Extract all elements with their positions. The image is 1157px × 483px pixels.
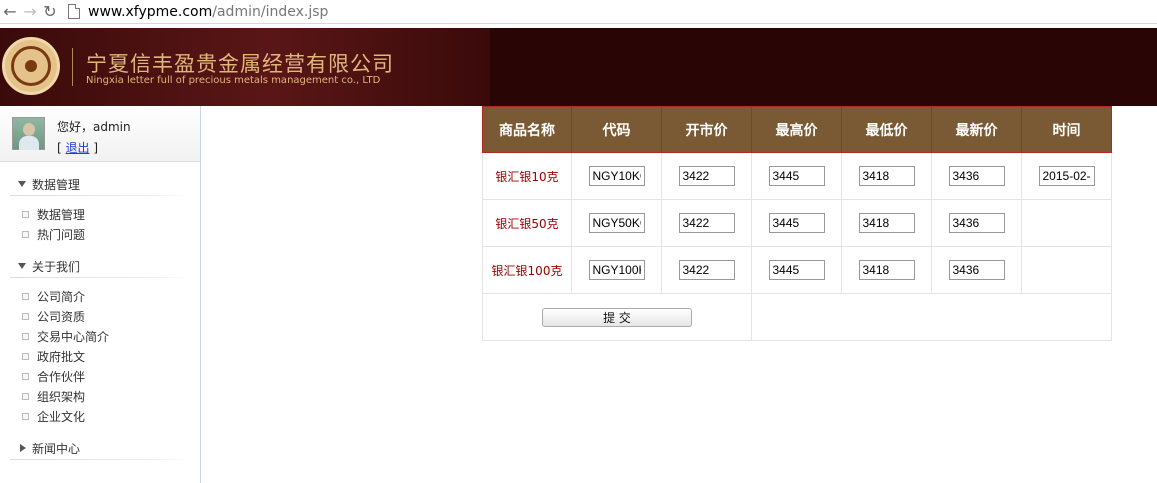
sidebar-item[interactable]: 合作伙伴	[0, 366, 200, 386]
code-input[interactable]	[588, 260, 645, 280]
logout-link[interactable]: 退出	[66, 141, 90, 155]
caret-down-icon	[18, 181, 26, 187]
url-host: www.xfypme.com	[88, 3, 213, 20]
high-price-input[interactable]	[768, 260, 825, 280]
sidebar-item[interactable]: 政府批文	[0, 346, 200, 366]
bullet-square-icon	[22, 352, 29, 360]
bullet-square-icon	[22, 392, 29, 400]
sidebar-item-label: 热门问题	[37, 227, 86, 242]
sidebar-item[interactable]: 交易中心简介	[0, 326, 200, 346]
latest-price-input[interactable]	[948, 166, 1005, 186]
price-table: 商品名称代码开市价最高价最低价最新价时间 银汇银10克银汇银50克银汇银100克…	[482, 106, 1112, 341]
bullet-square-icon	[22, 332, 29, 340]
low-price-input[interactable]	[858, 260, 915, 280]
sidebar-item[interactable]: 公司简介	[0, 286, 200, 306]
reload-icon[interactable]: ↻	[40, 2, 60, 22]
low-price-input[interactable]	[858, 166, 915, 186]
column-header: 最高价	[751, 106, 842, 153]
avatar	[12, 117, 45, 150]
open-price-input[interactable]	[678, 260, 735, 280]
submit-button[interactable]: 提 交	[542, 307, 692, 327]
bullet-square-icon	[22, 312, 29, 320]
company-name-en: Ningxia letter full of precious metals m…	[86, 75, 381, 86]
sidebar-item-label: 企业文化	[37, 409, 86, 424]
sidebar-item-label: 公司资质	[37, 309, 86, 324]
bullet-square-icon	[22, 230, 29, 238]
sidebar-section-header[interactable]: 关于我们	[0, 254, 200, 278]
product-name: 银汇银10克	[482, 152, 572, 200]
sidebar-item[interactable]: 热门问题	[0, 224, 200, 244]
logout-line: [ 退出 ]	[57, 141, 99, 155]
sidebar-section-title: 新闻中心	[32, 441, 81, 456]
latest-price-input[interactable]	[948, 260, 1005, 280]
sidebar-item-label: 交易中心简介	[37, 329, 110, 344]
bullet-square-icon	[22, 210, 29, 218]
browser-toolbar: ← → ↻ www.xfypme.com/admin/index.jsp	[0, 0, 1157, 24]
sidebar-item-label: 组织架构	[37, 389, 86, 404]
code-input[interactable]	[588, 213, 645, 233]
company-logo	[2, 37, 60, 95]
caret-down-icon	[18, 263, 26, 269]
sidebar-menu: 数据管理 数据管理 热门问题 关于我们 公司简介 公司资质 交易中心简介 政府批文 合作伙伴 组织…	[0, 172, 200, 460]
sidebar-sublist: 公司简介公司资质交易中心简介 政府批文合作伙伴组织架构企业文化	[0, 278, 200, 432]
address-bar[interactable]: www.xfypme.com/admin/index.jsp	[88, 4, 328, 20]
back-arrow-icon[interactable]: ←	[0, 2, 20, 22]
caret-right-icon	[20, 444, 26, 452]
code-input[interactable]	[588, 166, 645, 186]
bullet-square-icon	[22, 372, 29, 380]
column-header: 时间	[1021, 106, 1112, 153]
sidebar-section-header[interactable]: 新闻中心	[0, 436, 200, 460]
sidebar-item[interactable]: 数据管理	[0, 204, 200, 224]
company-name-cn: 宁夏信丰盈贵金属经营有限公司	[86, 52, 394, 76]
sidebar-item-label: 公司简介	[37, 289, 86, 304]
table-row: 银汇银100克	[482, 246, 1112, 294]
sidebar-item-label: 合作伙伴	[37, 369, 86, 384]
column-header: 最低价	[841, 106, 932, 153]
time-input[interactable]	[1038, 166, 1095, 186]
column-header: 开市价	[661, 106, 752, 153]
bullet-square-icon	[22, 292, 29, 300]
product-name: 银汇银100克	[482, 246, 572, 294]
column-header: 商品名称	[482, 106, 572, 153]
latest-price-input[interactable]	[948, 213, 1005, 233]
table-row: 银汇银50克	[482, 199, 1112, 247]
sidebar-section-title: 关于我们	[32, 259, 81, 274]
user-panel: 您好，admin [ 退出 ]	[0, 106, 200, 162]
high-price-input[interactable]	[768, 213, 825, 233]
sidebar-item[interactable]: 企业文化	[0, 406, 200, 426]
bullet-square-icon	[22, 412, 29, 420]
product-name: 银汇银50克	[482, 199, 572, 247]
forward-arrow-icon[interactable]: →	[20, 2, 40, 22]
url-path: /admin/index.jsp	[212, 3, 329, 20]
logo-emblem-icon	[11, 46, 51, 86]
sidebar-section-title: 数据管理	[32, 177, 81, 192]
column-header: 代码	[571, 106, 662, 153]
column-header: 最新价	[931, 106, 1022, 153]
open-price-input[interactable]	[678, 166, 735, 186]
sidebar-section-header[interactable]: 数据管理	[0, 172, 200, 196]
sidebar-item-label: 政府批文	[37, 349, 86, 364]
sidebar-sublist: 数据管理 热门问题	[0, 196, 200, 250]
page-icon	[68, 4, 80, 19]
table-header-row: 商品名称 代码 开市价 最高价 最低价 最新价 时间	[482, 106, 1112, 153]
header-divider	[72, 48, 73, 86]
site-header: 宁夏信丰盈贵金属经营有限公司 Ningxia letter full of pr…	[0, 28, 1157, 106]
user-greeting: 您好，admin	[57, 120, 131, 134]
low-price-input[interactable]	[858, 213, 915, 233]
sidebar-item-label: 数据管理	[37, 207, 86, 222]
submit-row: 提 交	[482, 293, 1112, 341]
table-row: 银汇银10克	[482, 152, 1112, 200]
high-price-input[interactable]	[768, 166, 825, 186]
open-price-input[interactable]	[678, 213, 735, 233]
sidebar-item[interactable]: 公司资质	[0, 306, 200, 326]
table-body: 银汇银10克银汇银50克银汇银100克提 交	[482, 152, 1112, 341]
sidebar: 您好，admin [ 退出 ] 数据管理 数据管理 热门问题 关于我们 公司简介 公司资质…	[0, 106, 201, 483]
sidebar-item[interactable]: 组织架构	[0, 386, 200, 406]
